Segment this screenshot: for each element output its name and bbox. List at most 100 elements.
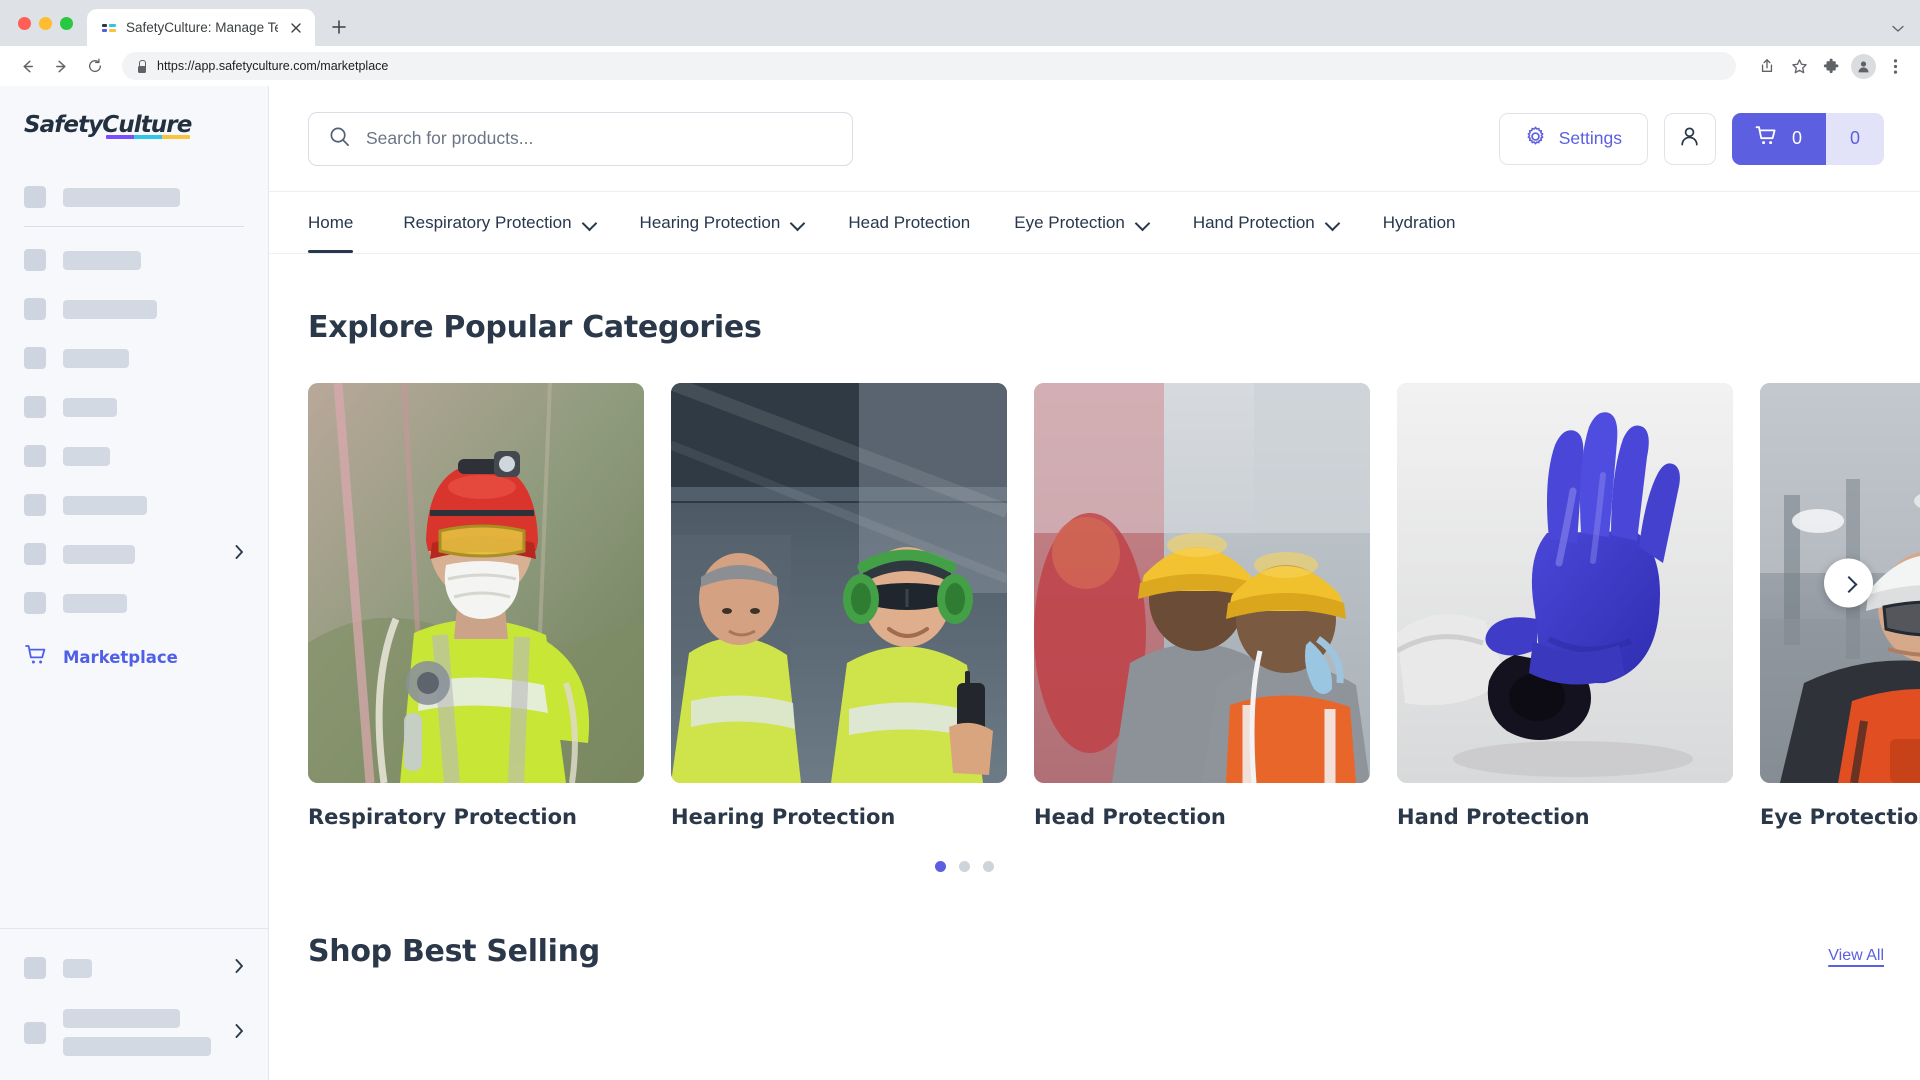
cart-button[interactable]: 0: [1731, 112, 1826, 165]
category-card-label: Respiratory Protection: [308, 805, 578, 829]
tab-home-label: Home: [308, 212, 354, 232]
category-card-hearing-protection[interactable]: Hearing Protection: [671, 383, 1007, 829]
cart-button-group[interactable]: 0 0: [1731, 112, 1884, 165]
share-icon[interactable]: [1754, 53, 1780, 79]
window-maximize-button[interactable]: [60, 16, 73, 30]
category-card-respiratory-protection[interactable]: Respiratory Protection: [308, 383, 644, 829]
tab-hearing-protection[interactable]: Hearing Protection: [618, 192, 827, 253]
shopping-cart-icon: [24, 643, 48, 672]
chevron-right-icon[interactable]: [235, 959, 244, 977]
tab-hydration[interactable]: Hydration: [1361, 192, 1478, 253]
category-carousel: Respiratory Protection Hearing Protectio…: [269, 383, 1920, 829]
skeleton-label-placeholder: [63, 397, 117, 417]
window-minimize-button[interactable]: [39, 16, 52, 30]
chevron-down-icon[interactable]: [1326, 216, 1339, 229]
reload-icon[interactable]: [80, 51, 110, 81]
extensions-puzzle-icon[interactable]: [1818, 53, 1844, 79]
page-title: Explore Popular Categories: [308, 310, 762, 345]
tab-head-protection[interactable]: Head Protection: [826, 192, 992, 253]
skeleton-label-placeholder: [63, 299, 157, 319]
address-bar-url: https://app.safetyculture.com/marketplac…: [157, 59, 389, 73]
category-card-head-protection[interactable]: Head Protection: [1034, 383, 1370, 829]
sidebar-skeleton-item: [0, 249, 268, 271]
view-all-link[interactable]: View All: [1828, 947, 1884, 969]
gear-icon: [1525, 126, 1546, 152]
skeleton-icon-placeholder: [24, 186, 46, 208]
settings-button[interactable]: Settings: [1498, 112, 1648, 165]
category-card-image: [1034, 383, 1370, 783]
category-card-label: Hearing Protection: [671, 805, 896, 829]
bookmark-star-icon[interactable]: [1786, 53, 1812, 79]
search-input[interactable]: Search for products...: [308, 111, 853, 166]
sidebar-skeleton-middle: [0, 227, 268, 614]
chevron-down-icon[interactable]: [583, 216, 596, 229]
skeleton-label-group: [63, 1009, 211, 1056]
best-selling-section-header: Shop Best Selling View All: [269, 934, 1920, 969]
sidebar-skeleton-item: [0, 445, 268, 467]
overflow-menu-icon[interactable]: [1882, 53, 1908, 79]
marketplace-content: Explore Popular Categories Respiratory P…: [269, 254, 1920, 1080]
forward-icon[interactable]: [46, 51, 76, 81]
tab-eye-protection[interactable]: Eye Protection: [992, 192, 1171, 253]
skeleton-icon-placeholder: [24, 957, 46, 979]
tab-head-protection-label: Head Protection: [848, 212, 971, 232]
window-close-button[interactable]: [18, 16, 31, 30]
tab-home[interactable]: Home: [308, 192, 381, 253]
sidebar-item-marketplace-label: Marketplace: [63, 648, 178, 667]
category-card-hand-protection[interactable]: Hand Protection: [1397, 383, 1733, 829]
skeleton-label-placeholder: [63, 593, 127, 613]
skeleton-label-placeholder: [63, 446, 110, 466]
category-carousel-track: Respiratory Protection Hearing Protectio…: [269, 383, 1920, 829]
browser-toolbar: https://app.safetyculture.com/marketplac…: [0, 46, 1920, 86]
browser-tab[interactable]: SafetyCulture: Manage Teams and ...: [87, 9, 315, 46]
tab-respiratory-protection-label: Respiratory Protection: [403, 212, 572, 232]
skeleton-label-placeholder: [63, 187, 180, 207]
skeleton-icon-placeholder: [24, 396, 46, 418]
sidebar-skeleton-item: [0, 347, 268, 369]
carousel-next-button[interactable]: [1824, 558, 1873, 608]
chevron-down-icon[interactable]: [791, 216, 804, 229]
category-card-image: [308, 383, 644, 783]
lock-icon: [136, 59, 147, 73]
category-card-label: Hand Protection: [1397, 805, 1590, 829]
sidebar-skeleton-item[interactable]: [0, 957, 268, 979]
carousel-dot[interactable]: [959, 861, 970, 872]
sidebar-skeleton-top: [0, 172, 268, 208]
marketplace-header: Search for products... Settings 0 0: [269, 86, 1920, 192]
tab-respiratory-protection[interactable]: Respiratory Protection: [381, 192, 617, 253]
carousel-dot[interactable]: [935, 861, 946, 872]
sidebar-skeleton-item[interactable]: [0, 543, 268, 565]
skeleton-label-placeholder: [63, 1009, 180, 1028]
chevron-right-icon[interactable]: [235, 1023, 244, 1042]
close-icon[interactable]: [287, 19, 305, 37]
address-bar[interactable]: https://app.safetyculture.com/marketplac…: [122, 52, 1736, 80]
skeleton-label-placeholder: [63, 348, 129, 368]
browser-toolbar-icons: [1748, 53, 1908, 79]
carousel-dot[interactable]: [983, 861, 994, 872]
account-button[interactable]: [1663, 112, 1716, 165]
search-input-placeholder: Search for products...: [366, 128, 534, 148]
new-tab-button[interactable]: [324, 12, 354, 42]
cart-total[interactable]: 0: [1826, 112, 1884, 165]
sidebar-item-marketplace[interactable]: Marketplace: [0, 643, 268, 672]
safetyculture-logo[interactable]: SafetyCulture: [0, 86, 268, 172]
chevron-right-icon[interactable]: [235, 545, 244, 563]
skeleton-icon-placeholder: [24, 543, 46, 565]
skeleton-icon-placeholder: [24, 347, 46, 369]
browser-chrome: SafetyCulture: Manage Teams and ... http…: [0, 0, 1920, 86]
cart-total-value: 0: [1849, 128, 1860, 148]
sidebar-skeleton-item[interactable]: [0, 1009, 268, 1056]
app-shell: SafetyCulture Marketplace Search for pro…: [0, 86, 1920, 1080]
settings-button-label: Settings: [1558, 128, 1622, 148]
browser-tab-title: SafetyCulture: Manage Teams and ...: [126, 20, 278, 35]
skeleton-icon-placeholder: [24, 249, 46, 271]
chevron-down-icon[interactable]: [1136, 216, 1149, 229]
shopping-cart-icon: [1754, 124, 1778, 153]
header-actions: Settings 0 0: [1498, 112, 1884, 165]
category-card-label: Head Protection: [1034, 805, 1226, 829]
tab-hand-protection[interactable]: Hand Protection: [1171, 192, 1361, 253]
chevron-down-icon[interactable]: [1892, 21, 1904, 36]
back-icon[interactable]: [12, 51, 42, 81]
skeleton-label-placeholder: [63, 544, 135, 564]
profile-avatar-icon[interactable]: [1850, 53, 1876, 79]
